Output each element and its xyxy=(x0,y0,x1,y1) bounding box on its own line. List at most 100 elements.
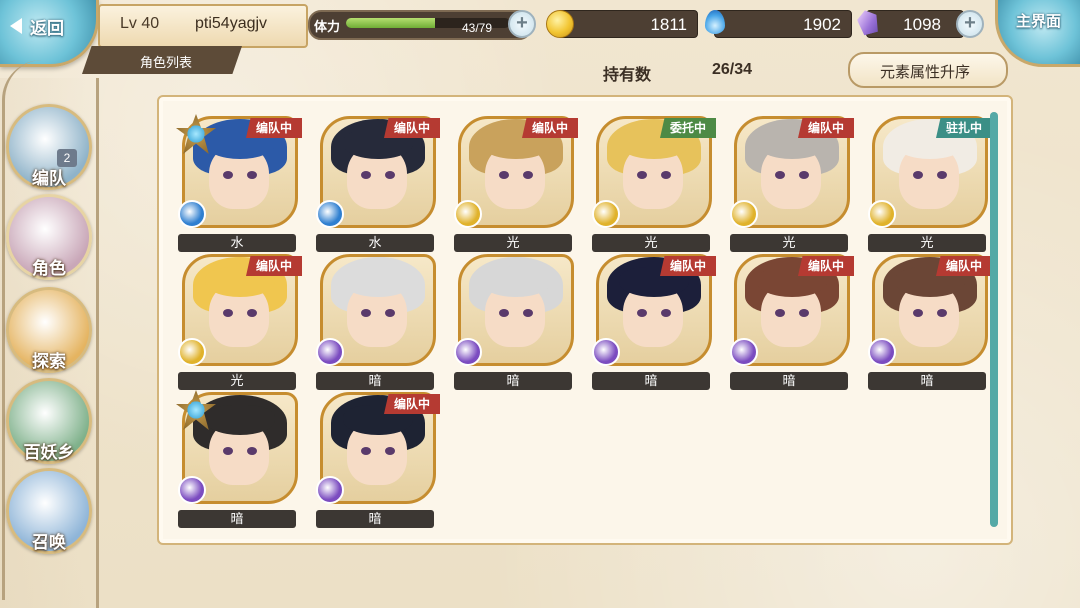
status-tag: 编队中 xyxy=(246,118,302,138)
blue-flame-icon xyxy=(705,10,725,34)
element-label: 光 xyxy=(868,234,986,252)
element-label: 暗 xyxy=(178,510,296,528)
character-card[interactable]: 编队中光 xyxy=(730,116,854,254)
nav-label: 召唤 xyxy=(32,533,66,552)
element-badge-icon xyxy=(868,338,896,366)
element-label: 暗 xyxy=(730,372,848,390)
element-badge-icon xyxy=(592,200,620,228)
sort-label: 元素属性升序 xyxy=(880,64,971,81)
character-fringe xyxy=(205,405,275,435)
eye xyxy=(499,171,509,179)
nav-item-5[interactable]: 召唤 xyxy=(6,468,92,554)
eye xyxy=(361,309,371,317)
status-tag: 编队中 xyxy=(384,394,440,414)
nav-label: 探索 xyxy=(32,352,66,371)
element-label: 光 xyxy=(730,234,848,252)
element-badge-icon xyxy=(454,338,482,366)
character-card[interactable]: 编队中暗 xyxy=(316,392,440,530)
status-tag: 编队中 xyxy=(246,256,302,276)
eye xyxy=(775,309,785,317)
nav-label: 编队 xyxy=(32,169,66,188)
eye xyxy=(913,309,923,317)
character-card[interactable]: 编队中暗 xyxy=(730,254,854,392)
eye xyxy=(223,171,233,179)
character-card[interactable]: 编队中暗 xyxy=(868,254,992,392)
character-card[interactable]: 编队中光 xyxy=(178,254,302,392)
character-card[interactable]: 驻扎中光 xyxy=(868,116,992,254)
add-stamina-button[interactable]: + xyxy=(508,10,536,38)
player-banner: Lv 40 pti54yagjv xyxy=(98,4,308,48)
eye xyxy=(913,171,923,179)
status-tag: 编队中 xyxy=(798,118,854,138)
character-fringe xyxy=(343,267,413,297)
scrollbar-thumb[interactable] xyxy=(990,112,998,527)
status-tag: 委托中 xyxy=(660,118,716,138)
status-tag: 编队中 xyxy=(660,256,716,276)
owned-label: 持有数 xyxy=(603,67,652,84)
crystal-amount: 1098 xyxy=(903,15,941,34)
element-label: 暗 xyxy=(316,372,434,390)
eye xyxy=(247,447,257,455)
element-label: 光 xyxy=(592,234,710,252)
character-card[interactable]: 编队中暗 xyxy=(592,254,716,392)
eye xyxy=(523,171,533,179)
character-card[interactable]: 编队中光 xyxy=(454,116,578,254)
soul-fire-amount: 1902 xyxy=(803,15,841,34)
stamina-fill xyxy=(346,18,436,28)
nav-item-4[interactable]: 百妖乡 xyxy=(6,378,92,464)
character-card[interactable]: 暗 xyxy=(176,390,298,530)
eye xyxy=(637,171,647,179)
stamina-value: 43/79 xyxy=(462,21,493,35)
eye xyxy=(223,309,233,317)
element-badge-icon xyxy=(730,338,758,366)
eye xyxy=(361,171,371,179)
eye xyxy=(523,309,533,317)
crystal-counter: 1098 xyxy=(866,10,964,38)
status-tag: 编队中 xyxy=(522,118,578,138)
element-label: 光 xyxy=(178,372,296,390)
gold-counter: 1811 xyxy=(558,10,698,38)
character-card[interactable]: 暗 xyxy=(316,254,436,392)
element-badge-icon xyxy=(592,338,620,366)
element-badge-icon xyxy=(178,476,206,504)
sort-button[interactable]: 元素属性升序 xyxy=(848,52,1008,88)
eye xyxy=(661,309,671,317)
nav-item-2[interactable]: 角色 xyxy=(6,194,92,280)
nav-label: 百妖乡 xyxy=(23,443,75,462)
player-name: pti54yagjv xyxy=(195,15,268,32)
nav-item-3[interactable]: 探索 xyxy=(6,287,92,373)
status-tag: 编队中 xyxy=(384,118,440,138)
character-card[interactable]: 暗 xyxy=(454,254,574,392)
scrollbar-track[interactable] xyxy=(990,112,998,527)
nav-label: 角色 xyxy=(32,259,66,278)
add-crystal-button[interactable]: + xyxy=(956,10,984,38)
element-label: 光 xyxy=(454,234,572,252)
eye xyxy=(223,447,233,455)
element-badge-icon xyxy=(316,476,344,504)
gold-amount: 1811 xyxy=(650,15,687,34)
back-arrow-icon xyxy=(10,18,22,34)
element-badge-icon xyxy=(178,200,206,228)
eye xyxy=(775,171,785,179)
eye xyxy=(799,171,809,179)
element-badge-icon xyxy=(178,338,206,366)
eye xyxy=(799,309,809,317)
eye xyxy=(361,447,371,455)
element-label: 暗 xyxy=(454,372,572,390)
soul-fire-counter: 1902 xyxy=(714,10,852,38)
character-card[interactable]: 编队中水 xyxy=(176,114,302,254)
status-tag: 编队中 xyxy=(798,256,854,276)
character-card[interactable]: 委托中光 xyxy=(592,116,716,254)
eye xyxy=(385,171,395,179)
nav-item-1[interactable]: 编队 2 xyxy=(6,104,92,190)
element-label: 暗 xyxy=(868,372,986,390)
eye xyxy=(247,171,257,179)
eye xyxy=(247,309,257,317)
main-screen-label: 主界面 xyxy=(1016,13,1062,30)
eye xyxy=(385,447,395,455)
stamina-label: 体力 xyxy=(314,19,341,34)
character-card[interactable]: 编队中水 xyxy=(316,116,440,254)
status-tag: 驻扎中 xyxy=(936,118,992,138)
element-label: 暗 xyxy=(592,372,710,390)
eye xyxy=(637,309,647,317)
